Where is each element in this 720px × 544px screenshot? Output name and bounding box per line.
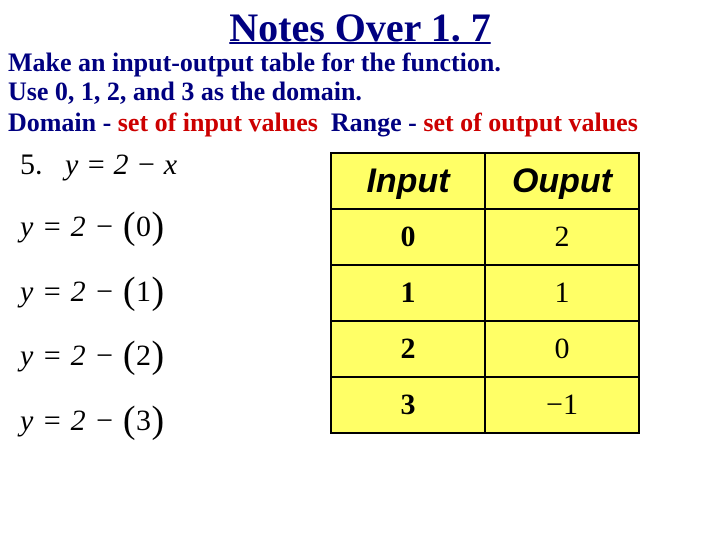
step-eq: = 2 − <box>34 210 123 243</box>
output-cell: 1 <box>485 265 639 321</box>
problem-number: 5. <box>20 148 43 181</box>
domain-sep: - <box>96 108 118 137</box>
step-row: y = 2 − (1) <box>20 257 320 322</box>
problem-equation: y = 2 − x <box>65 148 177 181</box>
range-label: Range <box>331 108 402 137</box>
step-row: y = 2 − (2) <box>20 321 320 386</box>
input-cell: 1 <box>331 265 485 321</box>
domain-text: set of input values <box>118 108 318 137</box>
output-cell: 0 <box>485 321 639 377</box>
range-text: set of output values <box>423 108 638 137</box>
step-lhs: y <box>20 339 34 372</box>
output-header: Ouput <box>485 153 639 209</box>
step-lhs: y <box>20 404 34 437</box>
step-row: y = 2 − (3) <box>20 386 320 451</box>
lparen-icon: ( <box>123 270 136 312</box>
step-eq: = 2 − <box>34 404 123 437</box>
table-row: 0 2 <box>331 209 639 265</box>
rparen-icon: ) <box>151 270 164 312</box>
step-eq: = 2 − <box>34 275 123 308</box>
rparen-icon: ) <box>151 399 164 441</box>
table-row: 1 1 <box>331 265 639 321</box>
input-header: Input <box>331 153 485 209</box>
lparen-icon: ( <box>123 334 136 376</box>
step-arg: 1 <box>136 275 152 308</box>
definitions-line: Domain - set of input values Range - set… <box>0 108 720 138</box>
instructions-block: Make an input-output table for the funct… <box>0 49 720 106</box>
step-arg: 2 <box>136 339 152 372</box>
step-eq: = 2 − <box>34 339 123 372</box>
input-cell: 3 <box>331 377 485 433</box>
page-title: Notes Over 1. 7 <box>0 4 720 51</box>
lparen-icon: ( <box>123 399 136 441</box>
step-arg: 3 <box>136 404 152 437</box>
instruction-line-1: Make an input-output table for the funct… <box>8 49 712 78</box>
io-table: Input Ouput 0 2 1 1 2 0 3 −1 <box>330 152 640 434</box>
step-lhs: y <box>20 275 34 308</box>
step-arg: 0 <box>136 210 152 243</box>
rparen-icon: ) <box>151 205 164 247</box>
input-cell: 2 <box>331 321 485 377</box>
table-row: 2 0 <box>331 321 639 377</box>
table-row: 3 −1 <box>331 377 639 433</box>
table-header-row: Input Ouput <box>331 153 639 209</box>
step-row: y = 2 − (0) <box>20 192 320 257</box>
output-cell: 2 <box>485 209 639 265</box>
input-cell: 0 <box>331 209 485 265</box>
instruction-line-2: Use 0, 1, 2, and 3 as the domain. <box>8 78 712 107</box>
range-sep: - <box>402 108 424 137</box>
rparen-icon: ) <box>151 334 164 376</box>
lparen-icon: ( <box>123 205 136 247</box>
step-lhs: y <box>20 210 34 243</box>
domain-label: Domain <box>8 108 96 137</box>
output-cell: −1 <box>485 377 639 433</box>
equations-column: 5. y = 2 − x y = 2 − (0) y = 2 − (1) y =… <box>0 148 320 450</box>
problem-statement: 5. y = 2 − x <box>20 148 320 182</box>
content-row: 5. y = 2 − x y = 2 − (0) y = 2 − (1) y =… <box>0 148 720 450</box>
